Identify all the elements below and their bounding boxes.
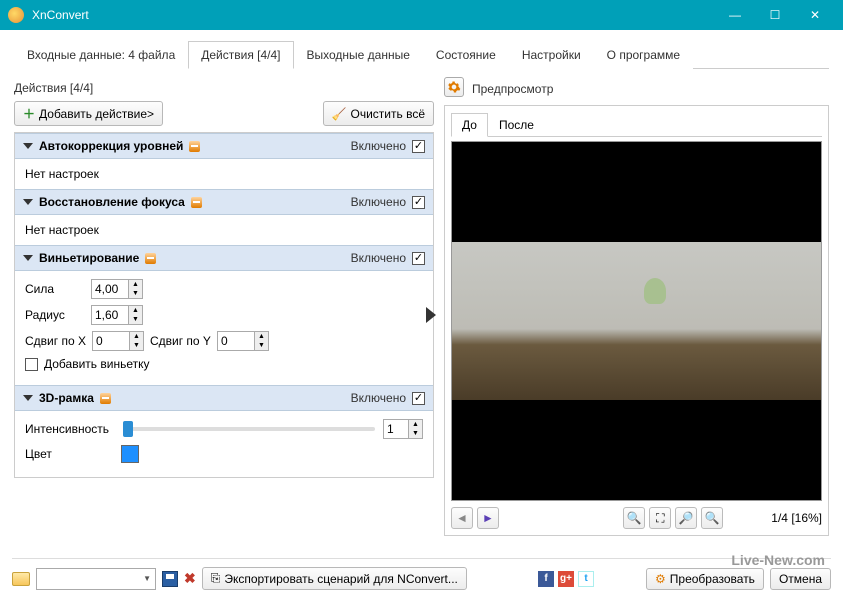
shifty-spinner[interactable]: ▲▼ — [217, 331, 269, 351]
color-swatch[interactable] — [121, 445, 139, 463]
action-body-3dframe: Интенсивность ▲▼ Цвет — [15, 411, 433, 477]
plus-icon: ＋ — [23, 105, 35, 122]
gear-icon: ⚙ — [655, 572, 666, 586]
add-vignette-label: Добавить виньетку — [44, 357, 149, 371]
scenario-dropdown[interactable]: ▼ — [36, 568, 156, 590]
googleplus-icon[interactable]: g+ — [558, 571, 574, 587]
tab-status[interactable]: Состояние — [423, 41, 509, 69]
save-button[interactable] — [162, 571, 178, 587]
expand-panel-arrow[interactable] — [426, 307, 436, 323]
actions-section-label: Действия [4/4] — [14, 81, 434, 95]
action-header-3dframe[interactable]: 3D-рамка Включено — [15, 385, 433, 411]
bottom-toolbar: ▼ ✖ ⎘ Экспортировать сценарий для NConve… — [12, 558, 831, 590]
minimize-button[interactable]: — — [715, 0, 755, 30]
intensity-spinner[interactable]: ▲▼ — [383, 419, 423, 439]
tab-settings[interactable]: Настройки — [509, 41, 594, 69]
enabled-checkbox[interactable] — [412, 140, 425, 153]
shifty-label: Сдвиг по Y — [150, 334, 211, 348]
actions-list: Автокоррекция уровней Включено Нет настр… — [14, 132, 434, 478]
collapse-icon — [23, 199, 33, 205]
convert-button[interactable]: ⚙ Преобразовать — [646, 568, 764, 590]
enabled-checkbox[interactable] — [412, 196, 425, 209]
color-label: Цвет — [25, 447, 115, 461]
action-header-focusrestore[interactable]: Восстановление фокуса Включено — [15, 189, 433, 215]
intensity-label: Интенсивность — [25, 422, 115, 436]
maximize-button[interactable]: ☐ — [755, 0, 795, 30]
remove-action-icon[interactable] — [145, 253, 156, 264]
action-body-vignette: Сила ▲▼ Радиус ▲▼ Сдвиг по X ▲▼ Сдвиг по… — [15, 271, 433, 385]
prev-image-button[interactable]: ◄ — [451, 507, 473, 529]
preview-tab-after[interactable]: После — [488, 113, 545, 137]
app-icon — [8, 7, 24, 23]
shiftx-label: Сдвиг по X — [25, 334, 86, 348]
remove-action-icon[interactable] — [189, 141, 200, 152]
preview-settings-button[interactable] — [444, 77, 464, 97]
strength-label: Сила — [25, 282, 85, 296]
preview-panel: До После ◄ ► 🔍 ⛶ 🔎 🔍 1/4 [16%] — [444, 105, 829, 536]
enabled-checkbox[interactable] — [412, 252, 425, 265]
preview-label: Предпросмотр — [472, 82, 553, 96]
zoom-in-button[interactable]: 🔍 — [623, 507, 645, 529]
broom-icon: 🧹 — [332, 107, 347, 121]
tab-about[interactable]: О программе — [594, 41, 693, 69]
remove-action-icon[interactable] — [100, 393, 111, 404]
window-title: XnConvert — [32, 8, 715, 22]
delete-button[interactable]: ✖ — [184, 570, 196, 587]
action-body-autolevels: Нет настроек — [15, 159, 433, 189]
preview-tab-before[interactable]: До — [451, 113, 488, 137]
tab-actions[interactable]: Действия [4/4] — [188, 41, 293, 69]
zoom-actual-button[interactable]: 🔎 — [675, 507, 697, 529]
action-header-autolevels[interactable]: Автокоррекция уровней Включено — [15, 133, 433, 159]
open-folder-button[interactable] — [12, 572, 30, 586]
shiftx-spinner[interactable]: ▲▼ — [92, 331, 144, 351]
strength-spinner[interactable]: ▲▼ — [91, 279, 143, 299]
export-nconvert-button[interactable]: ⎘ Экспортировать сценарий для NConvert..… — [202, 567, 467, 590]
next-image-button[interactable]: ► — [477, 507, 499, 529]
cancel-button[interactable]: Отмена — [770, 568, 831, 590]
enabled-checkbox[interactable] — [412, 392, 425, 405]
action-header-vignette[interactable]: Виньетирование Включено — [15, 245, 433, 271]
collapse-icon — [23, 395, 33, 401]
tab-input[interactable]: Входные данные: 4 файла — [14, 41, 188, 69]
twitter-icon[interactable]: t — [578, 571, 594, 587]
collapse-icon — [23, 255, 33, 261]
remove-action-icon[interactable] — [191, 197, 202, 208]
facebook-icon[interactable]: f — [538, 571, 554, 587]
radius-label: Радиус — [25, 308, 85, 322]
zoom-out-button[interactable]: 🔍 — [701, 507, 723, 529]
radius-spinner[interactable]: ▲▼ — [91, 305, 143, 325]
export-icon: ⎘ — [211, 571, 221, 586]
preview-counter: 1/4 [16%] — [771, 511, 822, 525]
fit-button[interactable]: ⛶ — [649, 507, 671, 529]
tab-output[interactable]: Выходные данные — [294, 41, 423, 69]
add-vignette-checkbox[interactable] — [25, 358, 38, 371]
clear-all-button[interactable]: 🧹 Очистить всё — [323, 101, 434, 126]
preview-image — [451, 141, 822, 501]
action-body-focusrestore: Нет настроек — [15, 215, 433, 245]
main-tabs: Входные данные: 4 файла Действия [4/4] В… — [14, 40, 829, 69]
add-action-button[interactable]: ＋ Добавить действие> — [14, 101, 163, 126]
close-button[interactable]: ✕ — [795, 0, 835, 30]
titlebar: XnConvert — ☐ ✕ — [0, 0, 843, 30]
collapse-icon — [23, 143, 33, 149]
intensity-slider[interactable] — [123, 427, 375, 431]
